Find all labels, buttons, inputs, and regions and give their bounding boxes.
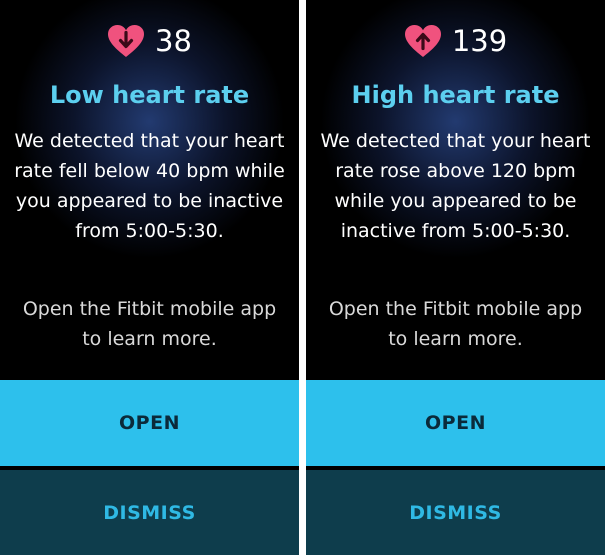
alert-hint: Open the Fitbit mobile app to learn more… xyxy=(328,298,583,350)
alert-message: We detected that your heart rate rose ab… xyxy=(320,130,591,242)
alert-title: Low heart rate xyxy=(49,81,250,109)
heart-arrow-up-icon xyxy=(404,25,441,57)
alert-message: We detected that your heart rate fell be… xyxy=(14,130,285,242)
low-heart-rate-screen: 38 Low heart rate We detected that your … xyxy=(0,0,299,555)
dismiss-button[interactable]: DISMISS xyxy=(0,470,299,555)
dismiss-button[interactable]: DISMISS xyxy=(306,470,605,555)
heart-rate-value: 38 xyxy=(155,24,192,58)
heart-arrow-down-icon xyxy=(108,25,145,57)
open-button[interactable]: OPEN xyxy=(0,380,299,466)
heart-rate-readout: 139 xyxy=(306,24,605,58)
alert-hint: Open the Fitbit mobile app to learn more… xyxy=(22,298,277,350)
high-heart-rate-screen: 139 High heart rate We detected that you… xyxy=(306,0,605,555)
heart-rate-readout: 38 xyxy=(0,24,299,58)
heart-rate-value: 139 xyxy=(451,24,508,58)
open-button[interactable]: OPEN xyxy=(306,380,605,466)
alert-title: High heart rate xyxy=(351,81,560,109)
